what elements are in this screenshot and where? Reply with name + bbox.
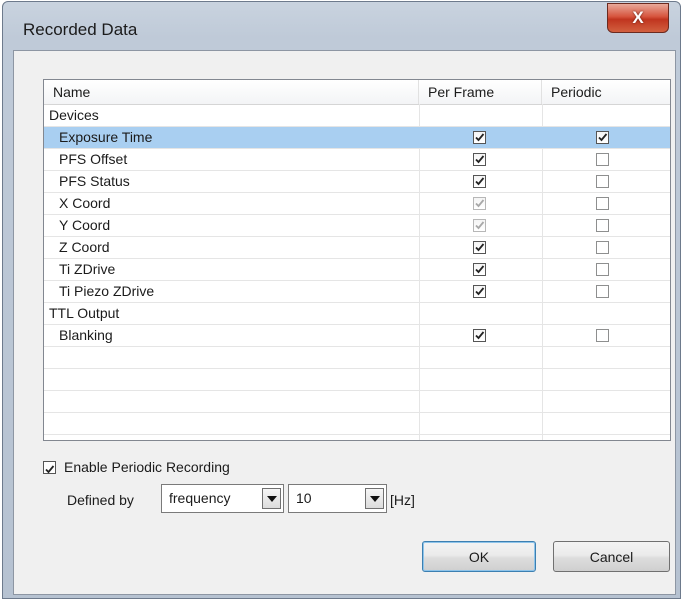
periodic-checkbox[interactable] [596,175,609,188]
periodic-checkbox[interactable] [596,263,609,276]
list-item[interactable]: Z Coord [44,237,670,259]
list-item[interactable]: Blanking [44,325,670,347]
close-icon: X [632,8,644,27]
periodic-checkbox[interactable] [596,197,609,210]
enable-periodic-recording[interactable]: Enable Periodic Recording [43,459,230,475]
periodic-checkbox[interactable] [596,153,609,166]
list-item-label: PFS Offset [59,151,128,167]
periodic-checkbox[interactable] [596,219,609,232]
periodic-checkbox[interactable] [596,131,609,144]
list-group-row [44,347,670,369]
column-header-name[interactable]: Name [44,80,419,104]
list-item-label: Z Coord [59,239,110,255]
chevron-down-icon[interactable] [365,488,384,509]
list-item-label: Devices [49,107,99,123]
chevron-down-icon[interactable] [262,488,281,509]
per-frame-checkbox[interactable] [473,263,486,276]
dialog-body: Name Per Frame Periodic Devices Exposure … [13,50,676,595]
per-frame-checkbox[interactable] [473,285,486,298]
periodic-checkbox[interactable] [596,241,609,254]
per-frame-checkbox [473,219,486,232]
mode-select[interactable]: frequency [161,484,284,513]
unit-label: [Hz] [390,492,415,508]
list-item[interactable]: Y Coord [44,215,670,237]
window-title: Recorded Data [23,20,138,39]
rate-select[interactable]: 10 [288,484,387,513]
list-item[interactable]: X Coord [44,193,670,215]
column-header-periodic[interactable]: Periodic [542,80,670,104]
list-group-row [44,391,670,413]
mode-select-value: frequency [169,490,231,506]
dialog-window: Recorded Data X Name Per Frame Periodic … [2,1,681,599]
column-header-per-frame[interactable]: Per Frame [419,80,542,104]
list-item-label [44,347,424,368]
list-item-label: Exposure Time [59,129,153,145]
per-frame-checkbox[interactable] [473,153,486,166]
close-button[interactable]: X [607,3,669,33]
periodic-checkbox[interactable] [596,285,609,298]
list-item-label: Blanking [59,327,113,343]
cancel-button[interactable]: Cancel [553,541,670,572]
list-group-row[interactable]: Devices [44,105,670,127]
per-frame-checkbox [473,197,486,210]
list-item-label: TTL Output [49,305,120,321]
defined-by-label: Defined by [67,492,134,508]
list-item-label: PFS Status [59,173,130,189]
list-header: Name Per Frame Periodic [44,80,670,105]
rate-select-value: 10 [296,490,312,506]
list-item-label [44,391,424,412]
list-group-row[interactable]: TTL Output [44,303,670,325]
per-frame-checkbox[interactable] [473,329,486,342]
list-item[interactable]: Exposure Time [44,127,670,149]
list-item-label: Ti ZDrive [59,261,116,277]
list-item-label: Y Coord [59,217,111,233]
per-frame-checkbox[interactable] [473,131,486,144]
list-item[interactable]: PFS Offset [44,149,670,171]
list-item[interactable]: Ti ZDrive [44,259,670,281]
per-frame-checkbox[interactable] [473,175,486,188]
list-item-label [44,413,424,434]
list-item[interactable]: PFS Status [44,171,670,193]
list-item-label: X Coord [59,195,111,211]
list-group-row [44,413,670,435]
ok-button[interactable]: OK [422,541,536,572]
enable-periodic-label: Enable Periodic Recording [64,459,230,475]
list-item[interactable]: Ti Piezo ZDrive [44,281,670,303]
recorded-data-list[interactable]: Name Per Frame Periodic Devices Exposure … [43,79,671,441]
list-item-label [44,369,424,390]
per-frame-checkbox[interactable] [473,241,486,254]
enable-periodic-checkbox[interactable] [43,460,56,474]
list-item-label: Ti Piezo ZDrive [59,283,155,299]
list-group-row [44,369,670,391]
periodic-checkbox[interactable] [596,329,609,342]
